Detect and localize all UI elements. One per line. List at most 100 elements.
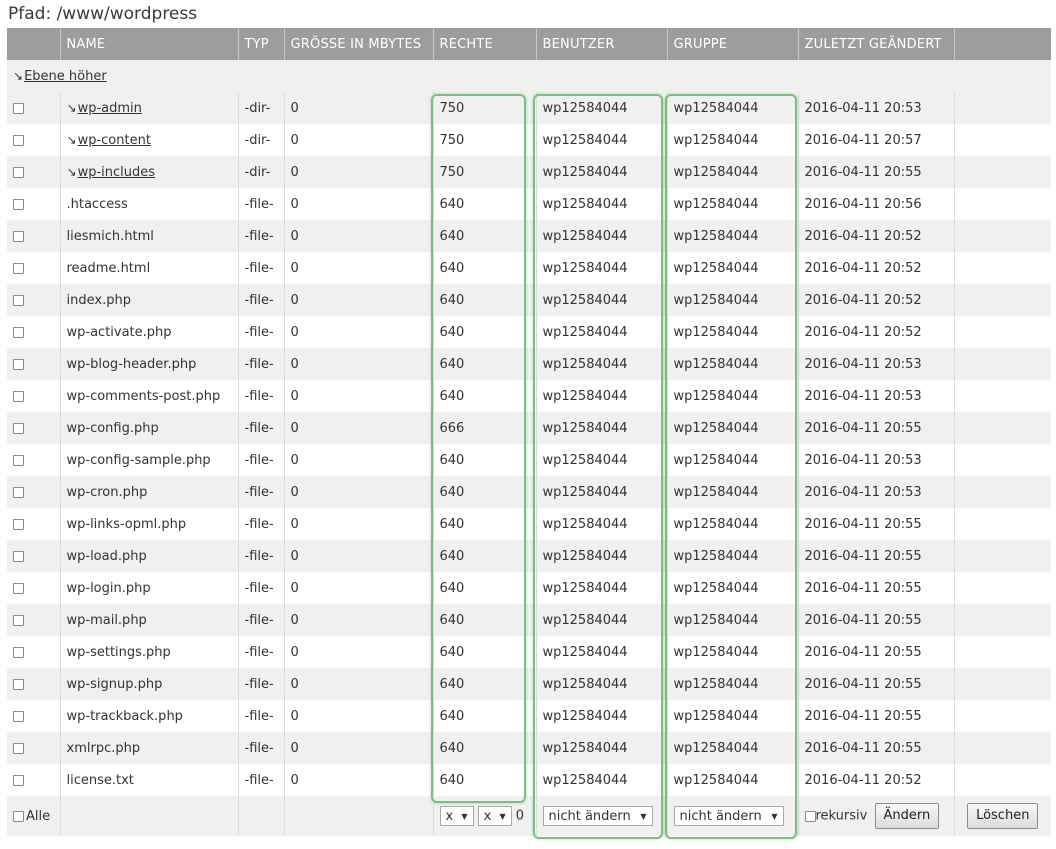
file-size: 0: [283, 764, 433, 796]
directory-link[interactable]: ↘wp-includes: [67, 165, 156, 180]
row-checkbox[interactable]: [13, 166, 24, 178]
file-type: -dir-: [237, 92, 284, 124]
directory-link[interactable]: ↘wp-content: [67, 133, 151, 148]
select-all-label: Alle: [26, 808, 51, 824]
header-user[interactable]: BENUTZER: [535, 28, 667, 60]
header-type[interactable]: TYP: [237, 28, 284, 60]
row-checkbox[interactable]: [13, 326, 24, 338]
row-checkbox[interactable]: [13, 294, 24, 306]
file-name: wp-links-opml.php: [66, 516, 187, 532]
file-name: wp-signup.php: [66, 676, 163, 692]
header-last-changed[interactable]: ZULETZT GEÄNDERT: [797, 28, 954, 60]
change-button[interactable]: Ändern: [874, 803, 940, 829]
row-checkbox[interactable]: [13, 550, 24, 562]
row-checkbox[interactable]: [13, 358, 24, 370]
file-name: wp-cron.php: [66, 484, 148, 500]
permission-select-1[interactable]: x ▼: [439, 806, 474, 826]
row-checkbox[interactable]: [13, 390, 24, 402]
file-type: -file-: [237, 508, 284, 540]
file-date: 2016-04-11 20:55: [797, 508, 954, 540]
file-group: wp12584044: [666, 220, 798, 252]
dropdown-arrow-icon: ▼: [499, 811, 506, 821]
row-checkbox[interactable]: [13, 230, 24, 242]
parent-directory-row: ↘Ebene höher: [7, 60, 1051, 92]
row-checkbox[interactable]: [13, 678, 24, 690]
table-row: wp-login.php -file- 0 640 wp12584044 wp125840…: [7, 572, 1051, 604]
row-checkbox[interactable]: [13, 774, 24, 786]
parent-directory-link[interactable]: ↘Ebene höher: [13, 69, 107, 84]
file-name: wp-config.php: [66, 420, 159, 436]
file-permissions: 640: [432, 444, 536, 476]
row-checkbox[interactable]: [13, 582, 24, 594]
table-row: wp-cron.php -file- 0 640 wp12584044 wp1258404…: [7, 476, 1051, 508]
file-name: wp-content: [77, 132, 151, 148]
file-permissions: 640: [432, 252, 536, 284]
row-checkbox[interactable]: [13, 102, 24, 114]
arrow-down-right-icon: ↘: [66, 100, 77, 115]
table-row: wp-blog-header.php -file- 0 640 wp12584044 wp…: [7, 348, 1051, 380]
directory-link[interactable]: ↘wp-admin: [67, 101, 142, 116]
file-name: wp-mail.php: [66, 612, 147, 628]
row-checkbox[interactable]: [13, 614, 24, 626]
file-permissions: 640: [432, 636, 536, 668]
file-name: index.php: [66, 292, 131, 308]
file-date: 2016-04-11 20:53: [797, 92, 954, 124]
table-row: wp-signup.php -file- 0 640 wp12584044 wp12584…: [7, 668, 1051, 700]
row-checkbox[interactable]: [13, 518, 24, 530]
permission-select-2[interactable]: x ▼: [477, 806, 512, 826]
file-name: wp-config-sample.php: [66, 452, 211, 468]
row-checkbox[interactable]: [13, 422, 24, 434]
file-user: wp12584044: [535, 572, 667, 604]
header-permissions[interactable]: RECHTE: [432, 28, 536, 60]
file-size: 0: [283, 252, 433, 284]
file-size: 0: [283, 604, 433, 636]
file-name: wp-login.php: [66, 580, 151, 596]
file-date: 2016-04-11 20:55: [797, 668, 954, 700]
file-size: 0: [283, 508, 433, 540]
header-empty-col: [953, 28, 1051, 60]
user-select[interactable]: nicht ändern ▼: [542, 806, 653, 826]
file-group: wp12584044: [666, 316, 798, 348]
file-permissions: 640: [432, 540, 536, 572]
file-size: 0: [283, 156, 433, 188]
file-date: 2016-04-11 20:53: [797, 380, 954, 412]
delete-button[interactable]: Löschen: [967, 803, 1039, 829]
row-checkbox[interactable]: [13, 646, 24, 658]
row-checkbox[interactable]: [13, 710, 24, 722]
file-name: .htaccess: [66, 196, 128, 212]
file-size: 0: [283, 284, 433, 316]
row-checkbox[interactable]: [13, 134, 24, 146]
file-user: wp12584044: [535, 540, 667, 572]
row-checkbox[interactable]: [13, 486, 24, 498]
file-date: 2016-04-11 20:52: [797, 252, 954, 284]
arrow-down-right-icon: ↘: [66, 132, 77, 147]
file-permissions: 640: [432, 348, 536, 380]
header-group[interactable]: GRUPPE: [666, 28, 798, 60]
file-group: wp12584044: [666, 604, 798, 636]
file-group: wp12584044: [666, 636, 798, 668]
row-checkbox[interactable]: [13, 742, 24, 754]
group-select[interactable]: nicht ändern ▼: [673, 806, 784, 826]
header-name[interactable]: NAME: [59, 28, 238, 60]
dropdown-arrow-icon: ▼: [771, 811, 778, 821]
file-type: -file-: [237, 412, 284, 444]
file-permissions: 640: [432, 732, 536, 764]
file-user: wp12584044: [535, 764, 667, 796]
row-checkbox[interactable]: [13, 198, 24, 210]
file-date: 2016-04-11 20:55: [797, 732, 954, 764]
recursive-checkbox[interactable]: [804, 810, 816, 822]
file-type: -file-: [237, 668, 284, 700]
header-size[interactable]: GRÖSSE IN MBYTES: [283, 28, 433, 60]
row-checkbox[interactable]: [13, 454, 24, 466]
select-all-checkbox[interactable]: [13, 810, 24, 822]
file-size: 0: [283, 188, 433, 220]
file-user: wp12584044: [535, 636, 667, 668]
file-permissions: 640: [432, 188, 536, 220]
arrow-down-right-icon: ↘: [13, 68, 24, 83]
file-group: wp12584044: [666, 668, 798, 700]
file-name: license.txt: [66, 772, 134, 788]
file-permissions: 640: [432, 508, 536, 540]
row-checkbox[interactable]: [13, 262, 24, 274]
file-permissions: 666: [432, 412, 536, 444]
file-type: -file-: [237, 444, 284, 476]
